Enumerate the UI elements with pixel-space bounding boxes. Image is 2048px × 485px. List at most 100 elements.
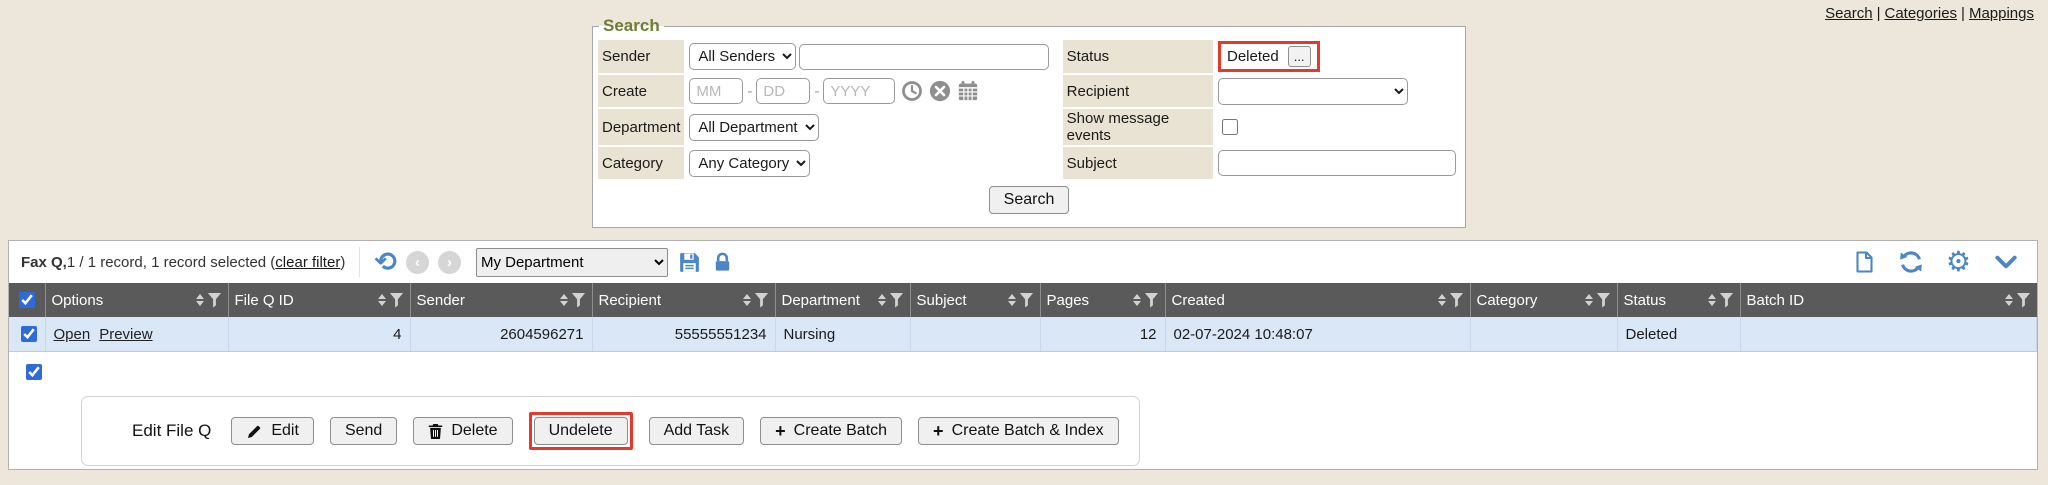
subject-input[interactable] (1218, 150, 1456, 176)
create-month-input[interactable] (689, 78, 743, 104)
search-panel: Search Sender All Senders Status Deleted… (592, 16, 1466, 228)
table-row[interactable]: OpenPreview 4 2604596271 55555551234 Nur… (9, 317, 2037, 352)
column-label: Category (1477, 292, 1581, 309)
filter-icon[interactable] (1597, 293, 1611, 308)
grid-title: Fax Q, (21, 254, 67, 271)
filter-icon[interactable] (390, 293, 404, 308)
create-batch-button[interactable]: + Create Batch (760, 417, 902, 445)
column-header-category[interactable]: Category (1470, 283, 1617, 317)
send-button[interactable]: Send (330, 417, 397, 445)
sort-icon[interactable] (2005, 294, 2013, 306)
filter-icon[interactable] (1720, 293, 1734, 308)
status-highlight-box: Deleted ... (1218, 41, 1320, 72)
preview-link[interactable]: Preview (99, 326, 152, 343)
category-select[interactable]: Any Category (689, 150, 810, 177)
save-view-icon[interactable] (677, 250, 702, 275)
clear-filter-link[interactable]: clear filter (275, 254, 340, 271)
nav-link-mappings[interactable]: Mappings (1969, 5, 2034, 22)
column-header-recipient[interactable]: Recipient (592, 283, 775, 317)
add-task-button[interactable]: Add Task (649, 417, 745, 445)
plus-icon: + (775, 422, 786, 440)
search-panel-legend: Search (599, 16, 664, 36)
sort-icon[interactable] (878, 294, 886, 306)
department-label: Department (598, 109, 684, 145)
sort-icon[interactable] (743, 294, 751, 306)
record-summary-suffix: ) (340, 254, 345, 271)
row-checkbox[interactable] (21, 326, 37, 342)
column-header-batch-id[interactable]: Batch ID (1740, 283, 2037, 317)
cell-status: Deleted (1617, 317, 1740, 352)
filter-icon[interactable] (755, 293, 769, 308)
recipient-select[interactable] (1218, 78, 1408, 105)
lock-icon[interactable] (711, 251, 734, 274)
sender-select[interactable]: All Senders (689, 43, 796, 70)
view-select[interactable]: My Department (476, 248, 668, 277)
filter-icon[interactable] (1020, 293, 1034, 308)
filter-icon[interactable] (572, 293, 586, 308)
filter-icon[interactable] (1450, 293, 1464, 308)
sender-input[interactable] (799, 44, 1049, 70)
department-select[interactable]: All Department (689, 114, 819, 141)
sort-icon[interactable] (196, 294, 204, 306)
undo-icon[interactable]: ⟲ (374, 249, 397, 276)
search-form: Sender All Senders Status Deleted ... Cr… (597, 38, 1461, 181)
column-header-options[interactable]: Options (45, 283, 228, 317)
chevron-down-icon[interactable] (1993, 249, 2019, 275)
clear-date-icon[interactable] (929, 80, 951, 102)
sort-icon[interactable] (378, 294, 386, 306)
column-header-pages[interactable]: Pages (1040, 283, 1165, 317)
sort-icon[interactable] (1708, 294, 1716, 306)
recipient-label: Recipient (1063, 75, 1213, 107)
new-document-icon[interactable] (1852, 250, 1876, 274)
filter-icon[interactable] (890, 293, 904, 308)
create-day-input[interactable] (756, 78, 810, 104)
toolbar-right-cluster: ⚙ (1852, 248, 2019, 276)
undelete-highlight-box: Undelete (529, 412, 633, 450)
previous-page-icon[interactable]: ‹ (406, 251, 429, 274)
column-label: File Q ID (235, 292, 374, 309)
column-header-file-q-id[interactable]: File Q ID (228, 283, 410, 317)
cell-subject (910, 317, 1040, 352)
nav-link-categories[interactable]: Categories (1885, 5, 1958, 22)
gear-icon[interactable]: ⚙ (1946, 248, 1971, 276)
sort-icon[interactable] (1133, 294, 1141, 306)
search-submit-button[interactable]: Search (989, 186, 1070, 214)
select-all-checkbox[interactable] (19, 292, 35, 308)
filter-icon[interactable] (2017, 293, 2031, 308)
sort-icon[interactable] (1008, 294, 1016, 306)
edit-panel-label: Edit File Q (132, 421, 211, 441)
create-batch-index-button[interactable]: + Create Batch & Index (918, 417, 1119, 445)
column-label: Status (1624, 292, 1704, 309)
clock-icon[interactable] (901, 80, 923, 102)
edit-actions-panel: Edit File Q Edit Send Delete Undelete Ad… (81, 396, 1140, 466)
status-field-cell: Deleted ... (1214, 40, 1460, 73)
column-label: Subject (917, 292, 1004, 309)
sort-icon[interactable] (1438, 294, 1446, 306)
edit-button[interactable]: Edit (231, 417, 314, 445)
sort-icon[interactable] (1585, 294, 1593, 306)
sort-icon[interactable] (560, 294, 568, 306)
next-page-icon[interactable]: › (438, 251, 461, 274)
sender-label: Sender (598, 40, 684, 73)
create-year-input[interactable] (823, 78, 895, 104)
footer-select-checkbox[interactable] (26, 364, 42, 380)
column-header-subject[interactable]: Subject (910, 283, 1040, 317)
fax-queue-panel: Fax Q, 1 / 1 record, 1 record selected (… (8, 240, 2038, 470)
calendar-icon[interactable] (957, 80, 979, 102)
delete-button[interactable]: Delete (413, 417, 512, 445)
column-header-created[interactable]: Created (1165, 283, 1470, 317)
row-select-cell (9, 317, 45, 352)
column-header-sender[interactable]: Sender (410, 283, 592, 317)
status-more-button[interactable]: ... (1288, 46, 1311, 67)
column-header-department[interactable]: Department (775, 283, 910, 317)
filter-icon[interactable] (1145, 293, 1159, 308)
show-events-checkbox[interactable] (1222, 119, 1238, 135)
open-link[interactable]: Open (54, 326, 91, 343)
column-header-status[interactable]: Status (1617, 283, 1740, 317)
nav-link-search[interactable]: Search (1825, 5, 1873, 22)
show-events-field-cell (1214, 109, 1460, 145)
undelete-button[interactable]: Undelete (534, 417, 628, 445)
refresh-icon[interactable] (1898, 249, 1924, 275)
filter-icon[interactable] (208, 293, 222, 308)
cell-batch-id (1740, 317, 2037, 352)
